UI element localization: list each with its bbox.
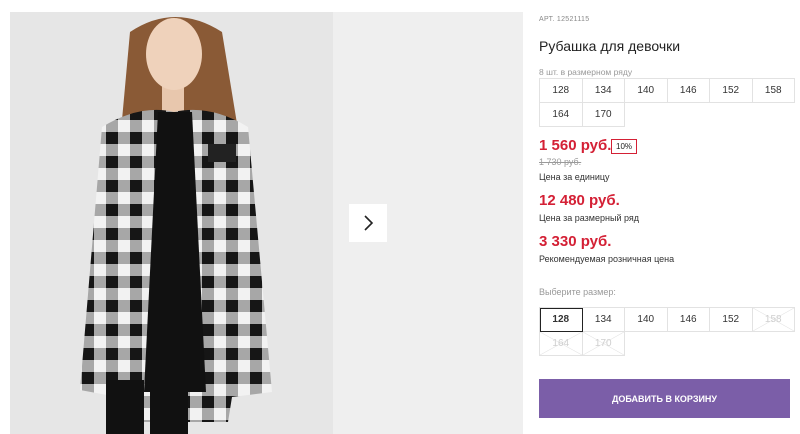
size-option-146[interactable]: 146 [667, 308, 710, 332]
pack-size-cell: 146 [667, 79, 710, 103]
size-option-134[interactable]: 134 [582, 308, 625, 332]
size-option-140[interactable]: 140 [625, 308, 668, 332]
product-title: Рубашка для девочки [539, 38, 681, 54]
product-info: АРТ. 12521115 Рубашка для девочки 8 шт. … [539, 0, 797, 434]
old-price: 1 730 руб. [539, 157, 582, 167]
size-selector-label: Выберите размер: [539, 287, 616, 297]
product-photo [10, 12, 333, 434]
size-option-164: 164 [540, 332, 583, 356]
pack-price: 12 480 руб. [539, 192, 620, 209]
retail-price-caption: Рекомендуемая розничная цена [539, 254, 675, 264]
pack-size-cell: 140 [625, 79, 668, 103]
size-option-158: 158 [752, 308, 795, 332]
article-number: АРТ. 12521115 [539, 16, 590, 23]
pack-label: 8 шт. в размерном ряду [539, 67, 633, 77]
pack-size-cell: 128 [540, 79, 583, 103]
pack-size-cell: 152 [710, 79, 753, 103]
unit-price-caption: Цена за единицу [539, 172, 610, 182]
retail-price: 3 330 руб. [539, 233, 612, 250]
size-option-152[interactable]: 152 [710, 308, 753, 332]
size-selector-grid: 128 134 140 146 152 158 164 170 [539, 307, 795, 356]
pack-size-cell: 170 [582, 103, 625, 127]
next-image-button[interactable] [349, 204, 387, 242]
size-option-128[interactable]: 128 [540, 308, 583, 332]
pack-size-cell: 134 [582, 79, 625, 103]
add-to-cart-button[interactable]: ДОБАВИТЬ В КОРЗИНУ [539, 379, 790, 418]
discount-badge: 10% [611, 139, 638, 154]
pack-price-caption: Цена за размерный ряд [539, 213, 640, 223]
pack-size-grid: 128 134 140 146 152 158 164 170 [539, 78, 795, 127]
unit-price: 1 560 руб. [539, 137, 612, 154]
pack-size-cell: 164 [540, 103, 583, 127]
product-gallery [10, 12, 523, 434]
pack-size-cell: 158 [752, 79, 795, 103]
chevron-right-icon [364, 215, 374, 231]
size-option-170: 170 [582, 332, 625, 356]
